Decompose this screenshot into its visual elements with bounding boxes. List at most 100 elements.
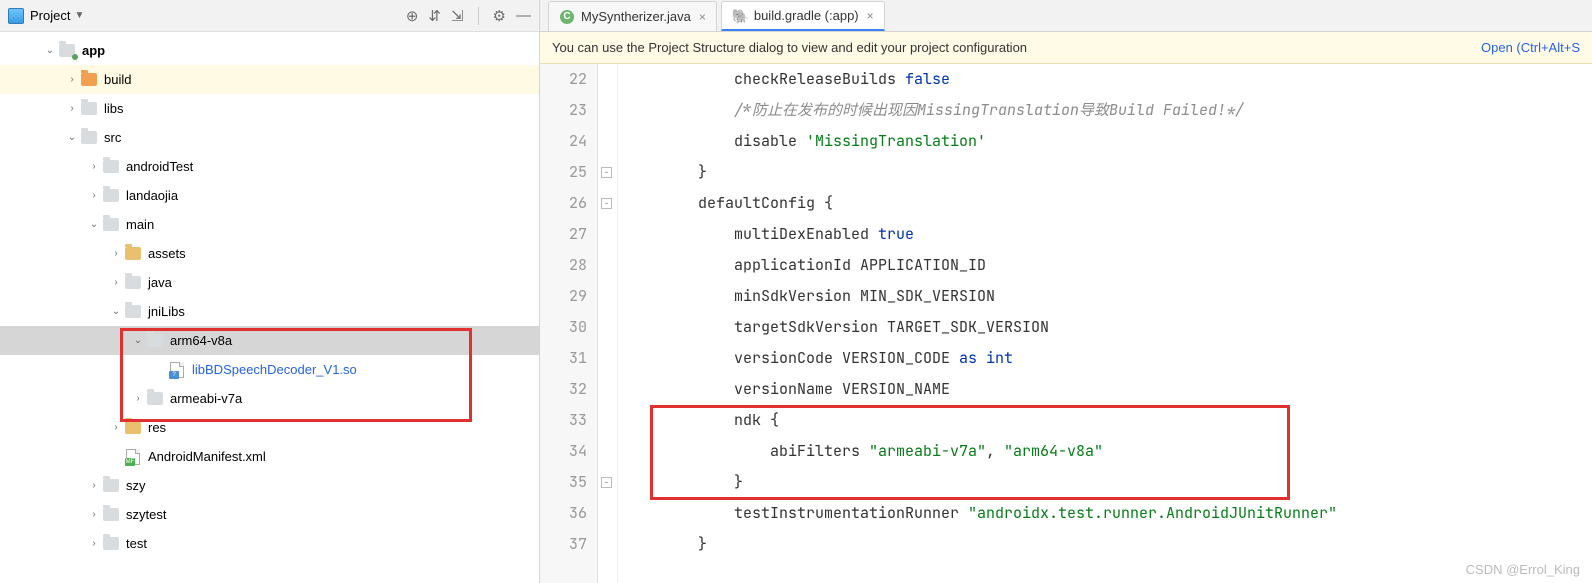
- tree-arrow-icon[interactable]: ›: [130, 393, 146, 404]
- tree-arrow-icon[interactable]: ›: [86, 509, 102, 520]
- code-line[interactable]: multiDexEnabled true: [626, 219, 1592, 250]
- tree-item-szytest[interactable]: ›szytest: [0, 500, 539, 529]
- tree-item-java[interactable]: › java: [0, 268, 539, 297]
- banner-link[interactable]: Open (Ctrl+Alt+S: [1481, 40, 1580, 55]
- minimize-icon[interactable]: —: [516, 7, 531, 24]
- code-line[interactable]: versionCode VERSION_CODE as int: [626, 343, 1592, 374]
- folder-icon: [80, 71, 98, 89]
- project-window-icon: [8, 8, 24, 24]
- code-line[interactable]: defaultConfig {: [626, 188, 1592, 219]
- code-line[interactable]: targetSdkVersion TARGET_SDK_VERSION: [626, 312, 1592, 343]
- tree-item-build[interactable]: ›build: [0, 65, 539, 94]
- close-icon[interactable]: ×: [699, 10, 706, 24]
- tree-arrow-icon[interactable]: ›: [86, 190, 102, 201]
- tree-item-szy[interactable]: › szy: [0, 471, 539, 500]
- tree-item-androidmanifest-xml[interactable]: MFAndroidManifest.xml: [0, 442, 539, 471]
- folder-icon: [124, 274, 142, 292]
- code-line[interactable]: versionName VERSION_NAME: [626, 374, 1592, 405]
- project-tree[interactable]: ⌄app›build›libs⌄src›androidTest›landaoji…: [0, 32, 539, 583]
- tree-arrow-icon[interactable]: ›: [86, 538, 102, 549]
- code-content[interactable]: checkReleaseBuilds false /*防止在发布的时候出现因Mi…: [618, 64, 1592, 583]
- tree-arrow-icon[interactable]: ›: [86, 161, 102, 172]
- folder-icon: [146, 390, 164, 408]
- code-line[interactable]: checkReleaseBuilds false: [626, 64, 1592, 95]
- fold-marker[interactable]: -: [601, 167, 612, 178]
- code-line[interactable]: abiFilters "armeabi-v7a", "arm64-v8a": [626, 436, 1592, 467]
- expand-icon[interactable]: ⇲: [451, 7, 464, 25]
- folder-icon: [124, 419, 142, 437]
- tree-item-res[interactable]: › res: [0, 413, 539, 442]
- tree-arrow-icon[interactable]: ⌄: [86, 219, 102, 230]
- tree-label: java: [148, 275, 172, 290]
- tree-arrow-icon[interactable]: ⌄: [130, 335, 146, 346]
- tab-build-gradle-app-[interactable]: 🐘build.gradle (:app)×: [721, 1, 885, 31]
- folder-icon: [58, 42, 76, 60]
- tree-item-arm64-v8a[interactable]: ⌄arm64-v8a: [0, 326, 539, 355]
- fold-marker[interactable]: -: [601, 477, 612, 488]
- tree-arrow-icon[interactable]: ›: [86, 480, 102, 491]
- tree-label: landaojia: [126, 188, 178, 203]
- fold-column[interactable]: - - -: [598, 64, 618, 583]
- tree-item-assets[interactable]: › assets: [0, 239, 539, 268]
- tree-item-libbdspeechdecoder_v1-so[interactable]: ?libBDSpeechDecoder_V1.so: [0, 355, 539, 384]
- sidebar-tools: ⊕ ⇵ ⇲ ⚙ —: [406, 7, 531, 25]
- tree-arrow-icon[interactable]: ›: [108, 277, 124, 288]
- tree-arrow-icon[interactable]: ⌄: [42, 45, 58, 56]
- tree-arrow-icon[interactable]: ⌄: [108, 306, 124, 317]
- target-icon[interactable]: ⊕: [406, 7, 419, 25]
- collapse-vert-icon[interactable]: ⇵: [428, 7, 441, 25]
- tree-label: src: [104, 130, 121, 145]
- code-line[interactable]: applicationId APPLICATION_ID: [626, 250, 1592, 281]
- code-line[interactable]: ndk {: [626, 405, 1592, 436]
- notification-banner: You can use the Project Structure dialog…: [540, 32, 1592, 64]
- tree-arrow-icon[interactable]: ⌄: [64, 132, 80, 143]
- gradle-file-icon: 🐘: [732, 8, 748, 24]
- project-dropdown-icon[interactable]: ▼: [74, 10, 84, 21]
- project-title[interactable]: Project: [30, 8, 70, 23]
- code-line[interactable]: minSdkVersion MIN_SDK_VERSION: [626, 281, 1592, 312]
- tree-item-armeabi-v7a[interactable]: › armeabi-v7a: [0, 384, 539, 413]
- folder-icon: [124, 303, 142, 321]
- java-file-icon: C: [559, 9, 575, 25]
- tree-item-app[interactable]: ⌄app: [0, 36, 539, 65]
- line-gutter: 22232425262728293031323334353637: [540, 64, 598, 583]
- tree-arrow-icon[interactable]: ›: [64, 103, 80, 114]
- tree-item-src[interactable]: ⌄ src: [0, 123, 539, 152]
- code-line[interactable]: }: [626, 529, 1592, 560]
- code-line[interactable]: testInstrumentationRunner "androidx.test…: [626, 498, 1592, 529]
- code-line[interactable]: /*防止在发布的时候出现因MissingTranslation导致Build F…: [626, 95, 1592, 126]
- tree-label: szy: [126, 478, 146, 493]
- tree-arrow-icon[interactable]: ›: [108, 248, 124, 259]
- tree-arrow-icon[interactable]: ›: [64, 74, 80, 85]
- tree-item-test[interactable]: ›test: [0, 529, 539, 558]
- tab-mysyntherizer-java[interactable]: CMySyntherizer.java×: [548, 1, 717, 31]
- tree-label: libs: [104, 101, 124, 116]
- tree-label: assets: [148, 246, 186, 261]
- sidebar-header: Project ▼ ⊕ ⇵ ⇲ ⚙ —: [0, 0, 539, 32]
- tree-item-androidtest[interactable]: ›androidTest: [0, 152, 539, 181]
- banner-message: You can use the Project Structure dialog…: [552, 40, 1481, 55]
- folder-icon: [102, 187, 120, 205]
- code-line[interactable]: }: [626, 467, 1592, 498]
- tree-label: armeabi-v7a: [170, 391, 242, 406]
- code-editor[interactable]: 22232425262728293031323334353637 - - - che…: [540, 64, 1592, 583]
- code-line[interactable]: }: [626, 157, 1592, 188]
- tree-label: main: [126, 217, 154, 232]
- file-icon: MF: [124, 448, 142, 466]
- close-icon[interactable]: ×: [867, 9, 874, 23]
- folder-icon: [124, 245, 142, 263]
- fold-marker[interactable]: -: [601, 198, 612, 209]
- folder-icon: [80, 100, 98, 118]
- tree-item-jnilibs[interactable]: ⌄jniLibs: [0, 297, 539, 326]
- tree-item-libs[interactable]: › libs: [0, 94, 539, 123]
- tree-label: libBDSpeechDecoder_V1.so: [192, 362, 357, 377]
- folder-icon: [102, 506, 120, 524]
- tree-item-main[interactable]: ⌄ main: [0, 210, 539, 239]
- tree-label: res: [148, 420, 166, 435]
- divider: [478, 7, 479, 25]
- tree-item-landaojia[interactable]: › landaojia: [0, 181, 539, 210]
- gear-icon[interactable]: ⚙: [493, 7, 506, 25]
- tree-arrow-icon[interactable]: ›: [108, 422, 124, 433]
- editor-pane: CMySyntherizer.java×🐘build.gradle (:app)…: [540, 0, 1592, 583]
- code-line[interactable]: disable 'MissingTranslation': [626, 126, 1592, 157]
